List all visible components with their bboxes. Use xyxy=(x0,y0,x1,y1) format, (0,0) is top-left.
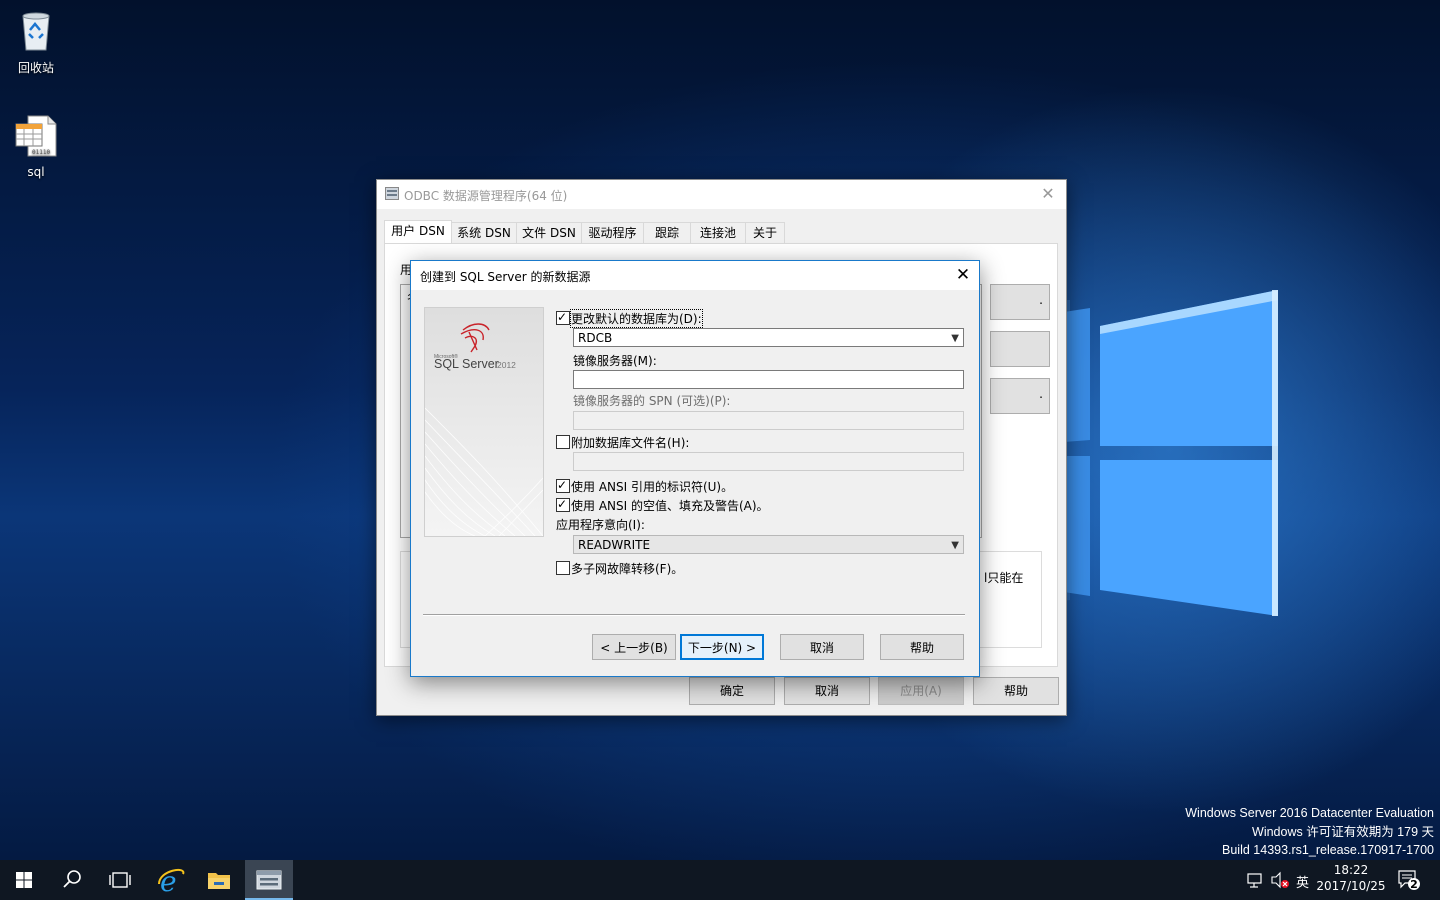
taskbar-odbc-admin[interactable] xyxy=(245,860,293,900)
clock-time: 18:22 xyxy=(1333,863,1369,877)
desktop-icon-sql[interactable]: 01110 sql xyxy=(0,114,72,179)
task-view-icon xyxy=(109,872,131,888)
volume-muted-icon[interactable] xyxy=(1270,871,1290,889)
mirror-server-label: 镜像服务器(M): xyxy=(573,354,657,368)
sql-file-label: sql xyxy=(27,165,45,179)
odbc-remove-button[interactable] xyxy=(990,331,1050,367)
close-icon: ✕ xyxy=(1041,184,1055,203)
new-sql-datasource-dialog: 创建到 SQL Server 的新数据源 ✕ Microsoft® SQL Se… xyxy=(410,260,980,677)
odbc-help-button[interactable]: 帮助 xyxy=(973,677,1059,705)
odbc-window-title: ODBC 数据源管理程序(64 位) xyxy=(404,189,568,203)
tab-user-dsn[interactable]: 用户 DSN xyxy=(384,220,452,244)
change-default-db-label[interactable]: 更改默认的数据库为(D): xyxy=(570,309,703,328)
taskbar: e 英 18:22 2017/10/25 2 xyxy=(0,860,1440,900)
search-button[interactable] xyxy=(48,860,96,900)
default-db-value: RDCB xyxy=(578,331,613,345)
app-intent-select[interactable]: READWRITE ▼ xyxy=(573,535,964,554)
watermark-build: Build 14393.rs1_release.170917-1700 xyxy=(1222,843,1434,857)
watermark-license: Windows 许可证有效期为 179 天 xyxy=(1252,824,1434,839)
next-button[interactable]: 下一步(N) > xyxy=(680,634,764,660)
recycle-bin-label: 回收站 xyxy=(17,61,54,75)
ansi-quoted-identifiers-label[interactable]: 使用 ANSI 引用的标识符(U)。 xyxy=(571,478,733,495)
odbc-configure-button[interactable]: . xyxy=(990,378,1050,414)
change-default-db-checkbox[interactable] xyxy=(556,309,570,325)
chevron-down-icon: ▼ xyxy=(951,333,959,344)
wizard-title: 创建到 SQL Server 的新数据源 xyxy=(420,270,591,284)
mirror-server-input[interactable] xyxy=(573,370,964,389)
windows-edition-watermark: Windows Server 2016 Datacenter Evaluatio… xyxy=(1185,804,1434,860)
mirror-spn-label: 镜像服务器的 SPN (可选)(P): xyxy=(573,394,731,408)
start-button[interactable] xyxy=(0,860,48,900)
odbc-app-icon xyxy=(385,187,399,200)
tab-system-dsn[interactable]: 系统 DSN xyxy=(451,222,517,243)
multisubnet-failover-label[interactable]: 多子网故障转移(F)。 xyxy=(571,560,683,577)
back-button[interactable]: < 上一步(B) xyxy=(592,634,676,660)
sql-server-logo: Microsoft® SQL Server 2012 xyxy=(425,308,543,536)
notification-count-badge: 2 xyxy=(1410,878,1418,891)
taskbar-internet-explorer[interactable]: e xyxy=(147,860,195,900)
internet-explorer-icon: e xyxy=(158,865,185,898)
odbc-app-icon xyxy=(256,870,282,890)
app-intent-label: 应用程序意向(I): xyxy=(556,518,645,532)
tab-connection-pooling[interactable]: 连接池 xyxy=(690,222,746,243)
attach-db-label[interactable]: 附加数据库文件名(H): xyxy=(571,434,689,451)
help-button[interactable]: 帮助 xyxy=(880,634,964,660)
network-icon[interactable] xyxy=(1247,872,1265,888)
desktop-icon-recycle-bin[interactable]: 回收站 xyxy=(0,8,72,76)
default-db-select[interactable]: RDCB ▼ xyxy=(573,328,964,347)
tab-drivers[interactable]: 驱动程序 xyxy=(581,222,644,243)
odbc-close-button[interactable]: ✕ xyxy=(1038,184,1058,204)
banner-version: 2012 xyxy=(497,360,516,370)
wizard-titlebar[interactable]: 创建到 SQL Server 的新数据源 ✕ xyxy=(411,261,979,290)
odbc-titlebar[interactable]: ODBC 数据源管理程序(64 位) ✕ xyxy=(377,180,1066,209)
mirror-spn-input[interactable] xyxy=(573,411,964,430)
tab-about[interactable]: 关于 xyxy=(745,222,785,243)
clock-date: 2017/10/25 xyxy=(1316,879,1386,893)
odbc-cancel-button[interactable]: 取消 xyxy=(784,677,870,705)
app-intent-value: READWRITE xyxy=(578,538,651,552)
start-icon xyxy=(16,872,32,888)
watermark-edition: Windows Server 2016 Datacenter Evaluatio… xyxy=(1185,806,1434,820)
clock[interactable]: 18:22 2017/10/25 xyxy=(1312,863,1390,893)
taskbar-file-explorer[interactable] xyxy=(195,860,243,900)
ansi-nulls-label[interactable]: 使用 ANSI 的空值、填充及警告(A)。 xyxy=(571,497,769,514)
sql-server-banner: Microsoft® SQL Server 2012 xyxy=(424,307,544,537)
search-icon xyxy=(63,870,81,888)
tab-file-dsn[interactable]: 文件 DSN xyxy=(516,222,582,243)
ansi-quoted-identifiers-checkbox[interactable] xyxy=(556,477,570,493)
odbc-info-text: l只能在 xyxy=(984,571,1024,585)
odbc-add-button[interactable]: . xyxy=(990,284,1050,320)
odbc-ok-button[interactable]: 确定 xyxy=(689,677,775,705)
attach-db-checkbox[interactable] xyxy=(556,435,570,449)
wizard-close-button[interactable]: ✕ xyxy=(953,265,973,285)
wizard-divider xyxy=(423,614,965,616)
ansi-nulls-checkbox[interactable] xyxy=(556,496,570,512)
cancel-button[interactable]: 取消 xyxy=(780,634,864,660)
attach-db-input[interactable] xyxy=(573,452,964,471)
banner-brand: SQL Server xyxy=(434,357,499,371)
action-center-button[interactable]: 2 xyxy=(1396,868,1424,892)
multisubnet-failover-checkbox[interactable] xyxy=(556,561,570,575)
tab-tracing[interactable]: 跟踪 xyxy=(643,222,691,243)
recycle-bin-icon xyxy=(22,12,50,51)
close-icon: ✕ xyxy=(955,265,971,285)
ime-indicator[interactable]: 英 xyxy=(1296,872,1309,891)
file-explorer-icon xyxy=(208,873,230,889)
task-view-button[interactable] xyxy=(96,860,144,900)
odbc-apply-button[interactable]: 应用(A) xyxy=(878,677,964,705)
svg-text:01110: 01110 xyxy=(32,149,50,156)
sql-file-icon: 01110 xyxy=(15,115,57,157)
chevron-down-icon: ▼ xyxy=(951,540,959,551)
